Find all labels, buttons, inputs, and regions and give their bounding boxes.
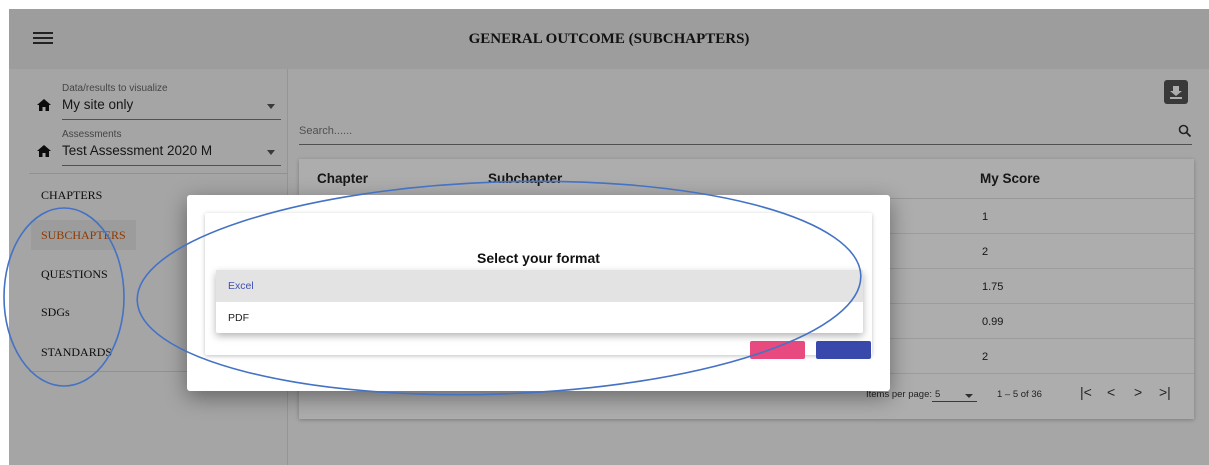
app-window: GENERAL OUTCOME (SUBCHAPTERS) Data/resul… — [9, 9, 1209, 465]
format-options-panel: Excel PDF — [216, 270, 863, 333]
option-excel[interactable]: Excel — [216, 270, 863, 302]
confirm-button[interactable] — [816, 341, 871, 359]
option-pdf[interactable]: PDF — [216, 302, 863, 334]
dialog-title: Select your format — [477, 250, 600, 266]
cancel-button[interactable] — [750, 341, 805, 359]
